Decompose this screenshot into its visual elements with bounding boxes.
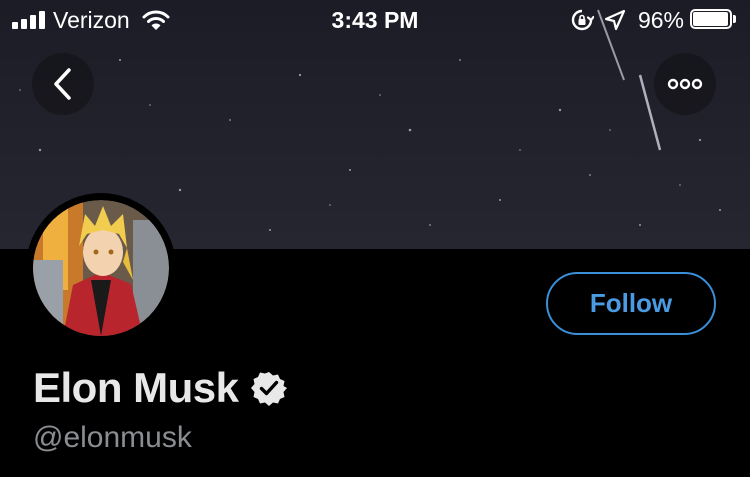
avatar-image <box>33 200 169 336</box>
back-button[interactable] <box>32 53 94 115</box>
name-row: Elon Musk <box>33 362 287 414</box>
chevron-left-icon <box>54 68 71 100</box>
more-options-button[interactable] <box>654 53 716 115</box>
status-bar: Verizon 3:43 PM 96% <box>0 0 750 40</box>
location-arrow-icon <box>604 9 626 31</box>
user-handle: @elonmusk <box>33 421 192 454</box>
follow-button[interactable]: Follow <box>546 272 716 335</box>
signal-icon <box>12 11 45 29</box>
rotation-lock-icon <box>571 9 594 31</box>
display-name: Elon Musk <box>33 364 239 411</box>
more-dots-icon <box>667 78 703 90</box>
battery-percentage: 96% <box>637 6 684 33</box>
avatar[interactable] <box>26 193 176 343</box>
battery-icon <box>690 9 738 31</box>
wifi-icon <box>142 10 170 30</box>
carrier-name: Verizon <box>53 6 130 33</box>
verified-badge-icon <box>250 372 287 406</box>
